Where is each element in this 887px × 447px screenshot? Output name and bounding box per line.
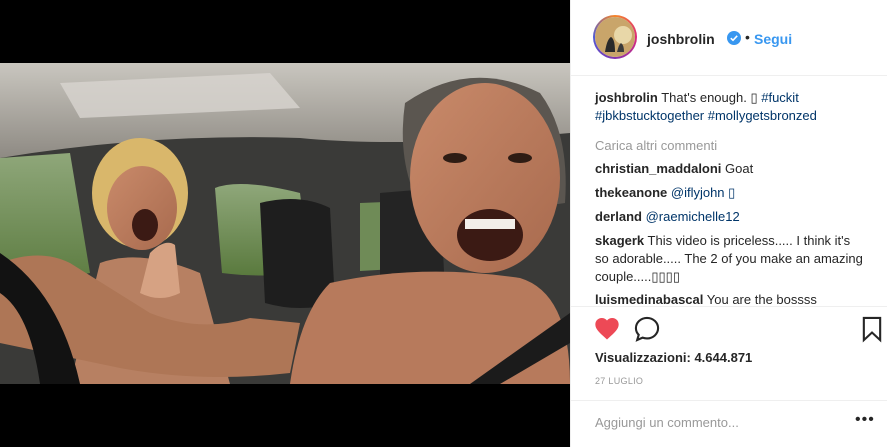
video-player[interactable] <box>0 63 570 384</box>
bookmark-icon[interactable] <box>858 315 886 343</box>
post-header: joshbrolin • Segui <box>571 0 887 76</box>
comment-username[interactable]: derland <box>595 209 642 224</box>
hashtag-link[interactable]: #fuckit <box>761 90 799 105</box>
comment-text: You are the bossss <box>706 292 817 306</box>
comment-item: christian_maddaloni Goat <box>595 160 865 178</box>
comment-item: luismedinabascal You are the bossss <box>595 291 865 306</box>
hashtag-link[interactable]: #jbkbstucktogether <box>595 108 704 123</box>
header-username[interactable]: joshbrolin <box>647 31 715 47</box>
caption: joshbrolin That's enough. ▯ #fuckit #jbk… <box>595 89 865 125</box>
follow-button[interactable]: Segui <box>754 31 792 47</box>
media-area[interactable] <box>0 0 570 447</box>
post-date: 27 LUGLIO <box>595 376 644 386</box>
comment-item: thekeanone @iflyjohn ▯ <box>595 184 865 202</box>
add-comment-bar: Aggiungi un commento... ••• <box>571 400 887 447</box>
comment-username[interactable]: thekeanone <box>595 185 667 200</box>
view-count: Visualizzazioni: 4.644.871 <box>595 350 753 365</box>
comments-list[interactable]: joshbrolin That's enough. ▯ #fuckit #jbk… <box>571 76 887 306</box>
comment-username[interactable]: skagerk <box>595 233 644 248</box>
comment-input[interactable]: Aggiungi un commento... <box>595 415 739 430</box>
hashtag-link[interactable]: #mollygetsbronzed <box>708 108 817 123</box>
verified-icon <box>727 31 741 45</box>
separator-dot: • <box>745 29 750 45</box>
caption-username[interactable]: joshbrolin <box>595 90 658 105</box>
comment-text[interactable]: @raemichelle12 <box>646 209 740 224</box>
load-more-comments[interactable]: Carica altri commenti <box>595 138 717 153</box>
video-frame <box>0 63 570 384</box>
comment-item: skagerk This video is priceless..... I t… <box>595 232 865 286</box>
comment-item: derland @raemichelle12 <box>595 208 865 226</box>
comment-username[interactable]: christian_maddaloni <box>595 161 721 176</box>
comment-icon[interactable] <box>633 315 661 343</box>
comment-text[interactable]: @iflyjohn ▯ <box>671 185 735 200</box>
post-panel: joshbrolin • Segui joshbrolin That's eno… <box>570 0 887 447</box>
avatar-image <box>595 17 635 57</box>
caption-text: That's enough. ▯ <box>661 90 758 105</box>
heart-icon[interactable] <box>593 315 621 343</box>
avatar[interactable] <box>593 15 637 59</box>
more-options-button[interactable]: ••• <box>855 411 875 429</box>
comment-username[interactable]: luismedinabascal <box>595 292 703 306</box>
action-bar: Visualizzazioni: 4.644.871 27 LUGLIO <box>571 306 887 406</box>
comment-text: Goat <box>725 161 754 176</box>
